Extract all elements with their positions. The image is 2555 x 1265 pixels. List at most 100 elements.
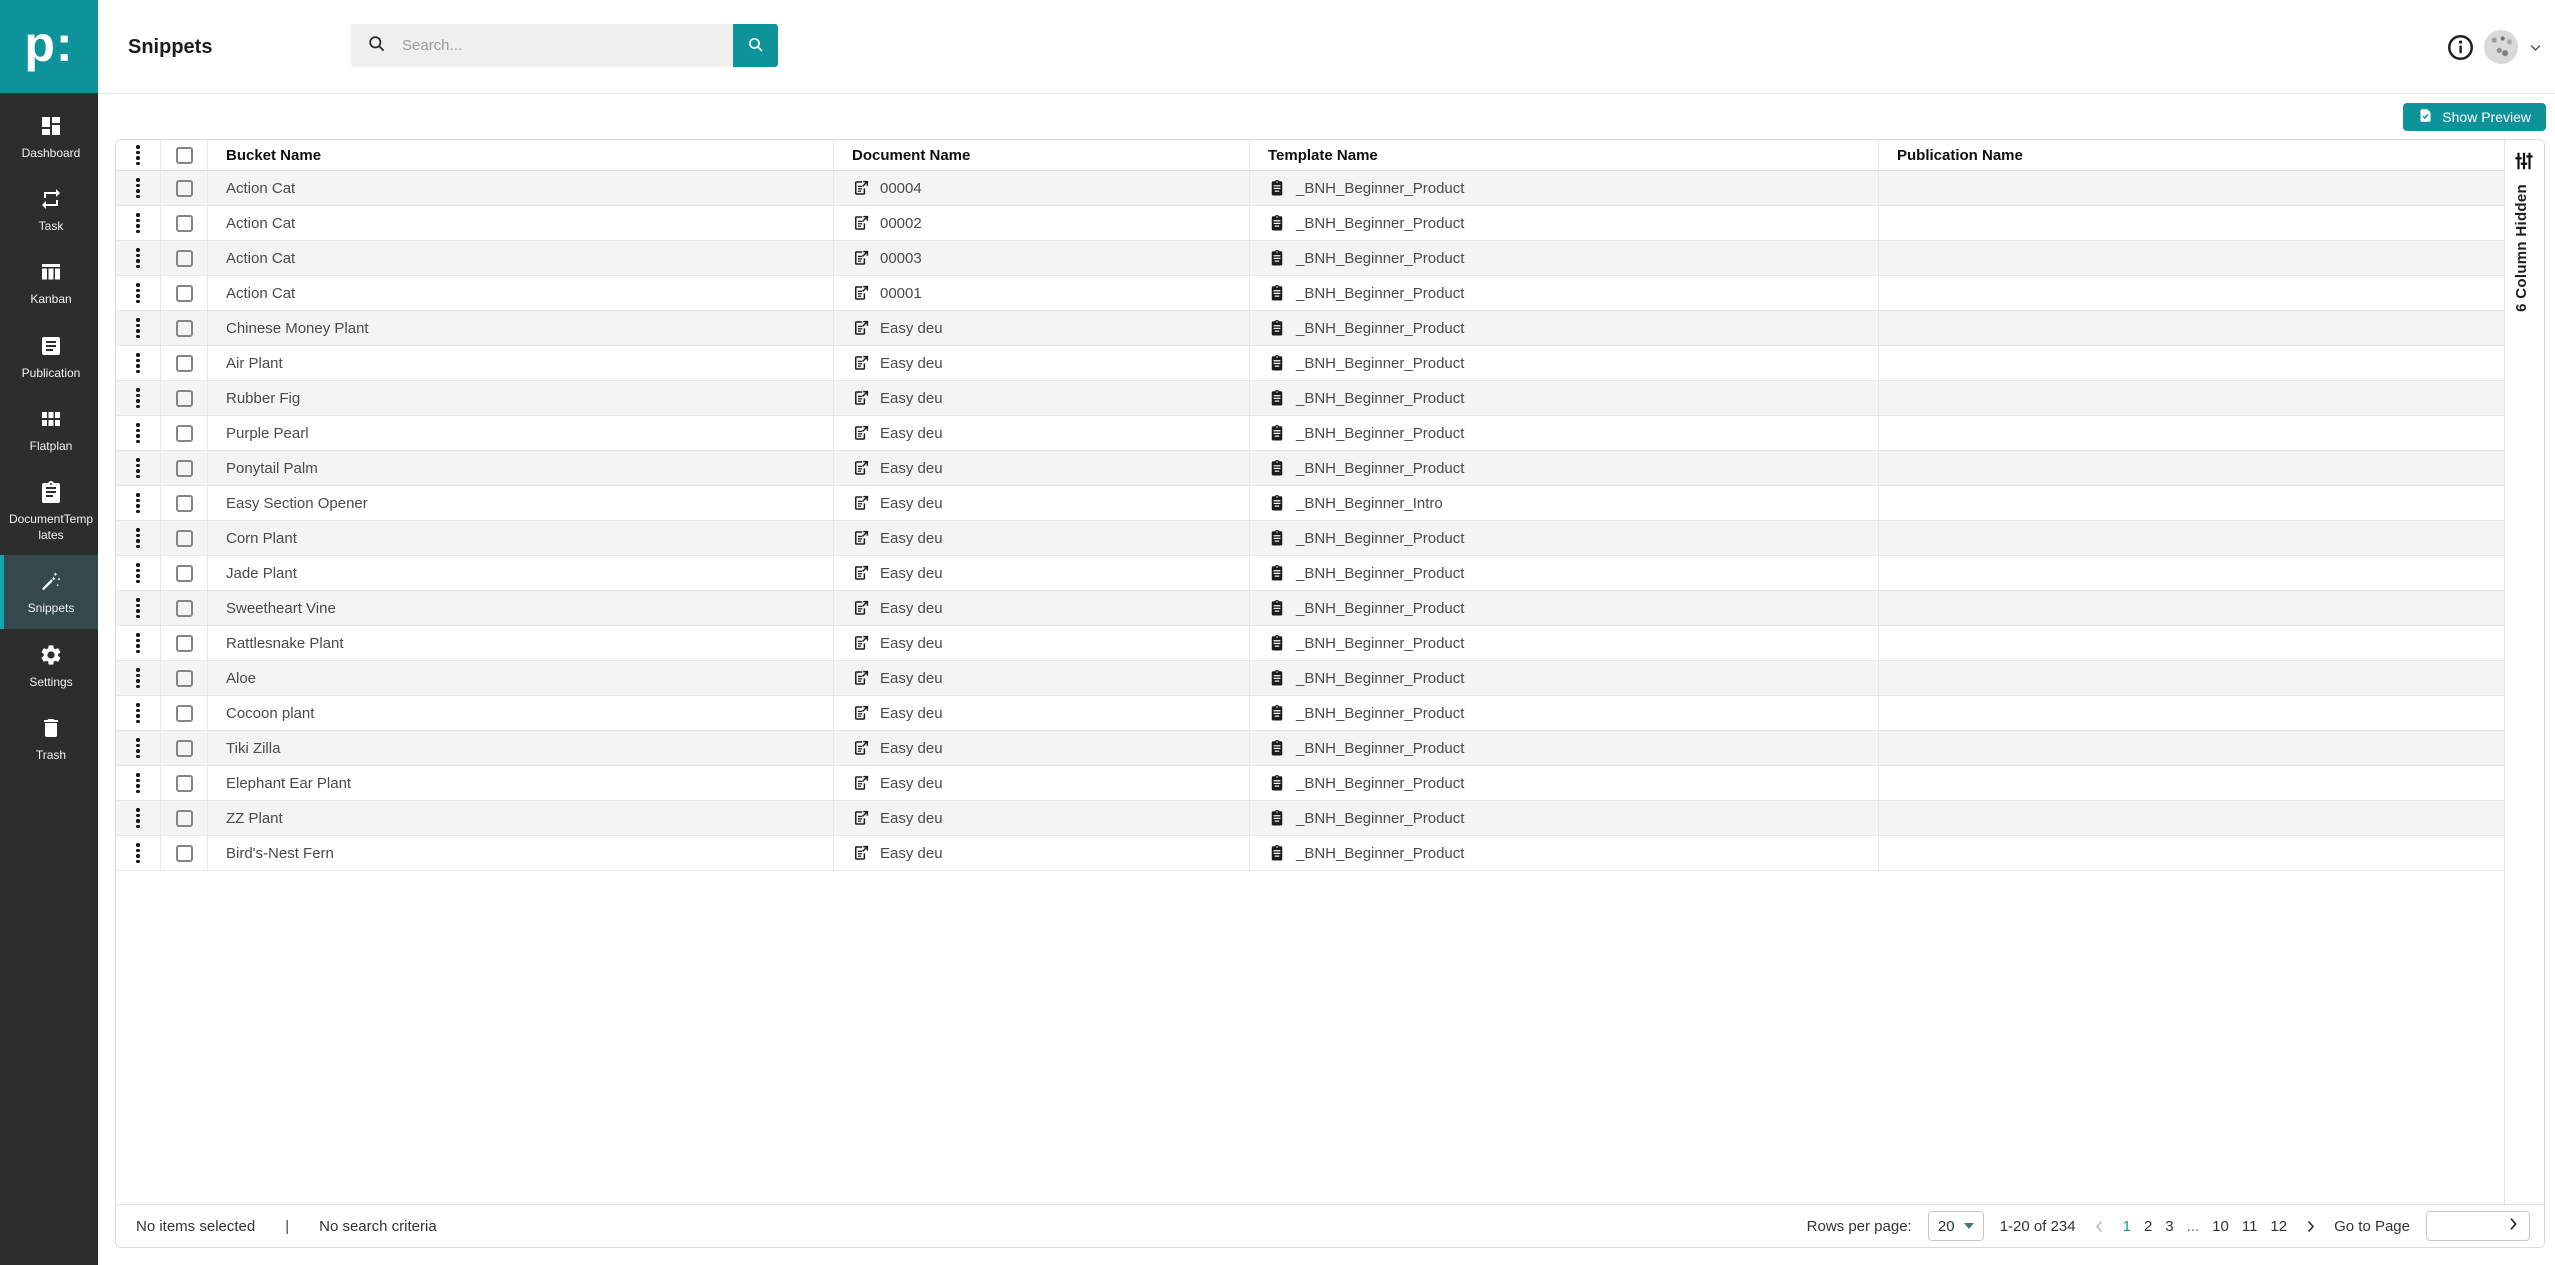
row-menu-icon[interactable] xyxy=(132,244,144,272)
row-checkbox[interactable] xyxy=(176,670,193,687)
table-row[interactable]: Rattlesnake Plant Easy deu _BNH_Beginner… xyxy=(116,626,2504,661)
table-row[interactable]: Elephant Ear Plant Easy deu _BNH_Beginne… xyxy=(116,766,2504,801)
row-checkbox[interactable] xyxy=(176,355,193,372)
row-menu-icon[interactable] xyxy=(132,699,144,727)
row-menu-icon[interactable] xyxy=(132,664,144,692)
table-row[interactable]: Cocoon plant Easy deu _BNH_Beginner_Prod… xyxy=(116,696,2504,731)
sidebar-item-dashboard[interactable]: Dashboard xyxy=(0,100,98,173)
sidebar-item-kanban[interactable]: Kanban xyxy=(0,246,98,319)
row-menu-icon[interactable] xyxy=(132,839,144,867)
table-row[interactable]: Aloe Easy deu _BNH_Beginner_Product xyxy=(116,661,2504,696)
go-to-page-submit-icon[interactable] xyxy=(2505,1216,2525,1236)
row-checkbox[interactable] xyxy=(176,285,193,302)
table-row[interactable]: Action Cat 00003 _BNH_Beginner_Product xyxy=(116,241,2504,276)
row-checkbox[interactable] xyxy=(176,320,193,337)
document-export-icon xyxy=(852,809,870,827)
row-checkbox[interactable] xyxy=(176,495,193,512)
row-checkbox[interactable] xyxy=(176,425,193,442)
rows-per-page-select[interactable]: 20 xyxy=(1928,1211,1984,1241)
info-icon[interactable] xyxy=(2447,34,2474,61)
row-menu-icon[interactable] xyxy=(132,419,144,447)
row-checkbox[interactable] xyxy=(176,215,193,232)
show-preview-button[interactable]: Show Preview xyxy=(2403,103,2546,131)
sidebar-item-flatplan[interactable]: Flatplan xyxy=(0,393,98,466)
row-checkbox[interactable] xyxy=(176,810,193,827)
row-menu-icon[interactable] xyxy=(132,279,144,307)
page-number-3[interactable]: 3 xyxy=(2165,1218,2173,1235)
row-checkbox[interactable] xyxy=(176,530,193,547)
row-menu-icon[interactable] xyxy=(132,629,144,657)
row-checkbox[interactable] xyxy=(176,460,193,477)
row-menu-icon[interactable] xyxy=(132,314,144,342)
column-header-document-name[interactable]: Document Name xyxy=(834,140,1250,170)
sidebar-item-snippets[interactable]: Snippets xyxy=(0,555,98,628)
table-row[interactable]: Purple Pearl Easy deu _BNH_Beginner_Prod… xyxy=(116,416,2504,451)
page-number-10[interactable]: 10 xyxy=(2212,1218,2229,1235)
row-menu-icon[interactable] xyxy=(132,454,144,482)
row-checkbox[interactable] xyxy=(176,600,193,617)
table-row[interactable]: Action Cat 00002 _BNH_Beginner_Product xyxy=(116,206,2504,241)
row-menu-icon[interactable] xyxy=(132,594,144,622)
row-checkbox[interactable] xyxy=(176,565,193,582)
sidebar-item-publication[interactable]: Publication xyxy=(0,320,98,393)
chevron-down-icon[interactable] xyxy=(2528,40,2543,55)
user-avatar[interactable] xyxy=(2484,30,2518,64)
column-header-template-name[interactable]: Template Name xyxy=(1250,140,1879,170)
previous-page-icon[interactable] xyxy=(2092,1219,2107,1234)
row-kebab-cell xyxy=(116,731,161,765)
table-row[interactable]: ZZ Plant Easy deu _BNH_Beginner_Product xyxy=(116,801,2504,836)
sidebar-item-documenttemplates[interactable]: DocumentTemplates xyxy=(0,466,98,555)
column-header-publication-name[interactable]: Publication Name xyxy=(1879,140,2504,170)
row-menu-icon[interactable] xyxy=(132,489,144,517)
row-menu-icon[interactable] xyxy=(132,769,144,797)
sidebar-item-settings[interactable]: Settings xyxy=(0,629,98,702)
row-checkbox[interactable] xyxy=(176,390,193,407)
row-checkbox[interactable] xyxy=(176,250,193,267)
row-checkbox-cell xyxy=(161,206,208,240)
table-row[interactable]: Action Cat 00004 _BNH_Beginner_Product xyxy=(116,171,2504,206)
page-number-12[interactable]: 12 xyxy=(2270,1218,2287,1235)
table-row[interactable]: Action Cat 00001 _BNH_Beginner_Product xyxy=(116,276,2504,311)
page-number-11[interactable]: 11 xyxy=(2242,1218,2258,1235)
select-all-checkbox[interactable] xyxy=(176,147,193,164)
table-row[interactable]: Easy Section Opener Easy deu _BNH_Beginn… xyxy=(116,486,2504,521)
row-menu-icon[interactable] xyxy=(132,524,144,552)
table-row[interactable]: Tiki Zilla Easy deu _BNH_Beginner_Produc… xyxy=(116,731,2504,766)
app-logo[interactable]: p: xyxy=(0,0,98,93)
table-row[interactable]: Chinese Money Plant Easy deu _BNH_Beginn… xyxy=(116,311,2504,346)
row-menu-icon[interactable] xyxy=(132,804,144,832)
table-row[interactable]: Ponytail Palm Easy deu _BNH_Beginner_Pro… xyxy=(116,451,2504,486)
row-checkbox[interactable] xyxy=(176,635,193,652)
table-row[interactable]: Air Plant Easy deu _BNH_Beginner_Product xyxy=(116,346,2504,381)
header-menu-icon[interactable] xyxy=(132,141,144,169)
table-row[interactable]: Sweetheart Vine Easy deu _BNH_Beginner_P… xyxy=(116,591,2504,626)
row-menu-icon[interactable] xyxy=(132,384,144,412)
page-number-2[interactable]: 2 xyxy=(2144,1218,2152,1235)
search-input[interactable] xyxy=(402,37,702,54)
row-menu-icon[interactable] xyxy=(132,174,144,202)
column-settings-icon[interactable] xyxy=(2513,150,2537,174)
search-submit-button[interactable] xyxy=(733,24,778,67)
table-row[interactable]: Corn Plant Easy deu _BNH_Beginner_Produc… xyxy=(116,521,2504,556)
row-menu-icon[interactable] xyxy=(132,734,144,762)
row-checkbox[interactable] xyxy=(176,705,193,722)
row-checkbox[interactable] xyxy=(176,740,193,757)
row-menu-icon[interactable] xyxy=(132,209,144,237)
table-row[interactable]: Rubber Fig Easy deu _BNH_Beginner_Produc… xyxy=(116,381,2504,416)
row-menu-icon[interactable] xyxy=(132,349,144,377)
table-row[interactable]: Jade Plant Easy deu _BNH_Beginner_Produc… xyxy=(116,556,2504,591)
row-checkbox[interactable] xyxy=(176,775,193,792)
document-export-icon xyxy=(852,529,870,547)
column-header-bucket-name[interactable]: Bucket Name xyxy=(208,140,834,170)
sidebar-item-task[interactable]: Task xyxy=(0,173,98,246)
page-number-1[interactable]: 1 xyxy=(2123,1218,2131,1235)
publication-name-cell xyxy=(1879,801,2504,835)
row-checkbox[interactable] xyxy=(176,845,193,862)
row-menu-icon[interactable] xyxy=(132,559,144,587)
sidebar-item-trash[interactable]: Trash xyxy=(0,702,98,775)
template-name-value: _BNH_Beginner_Product xyxy=(1296,740,1464,757)
row-checkbox[interactable] xyxy=(176,180,193,197)
table-row[interactable]: Bird's-Nest Fern Easy deu _BNH_Beginner_… xyxy=(116,836,2504,871)
next-page-icon[interactable] xyxy=(2303,1219,2318,1234)
go-to-page-input[interactable] xyxy=(2427,1212,2503,1240)
